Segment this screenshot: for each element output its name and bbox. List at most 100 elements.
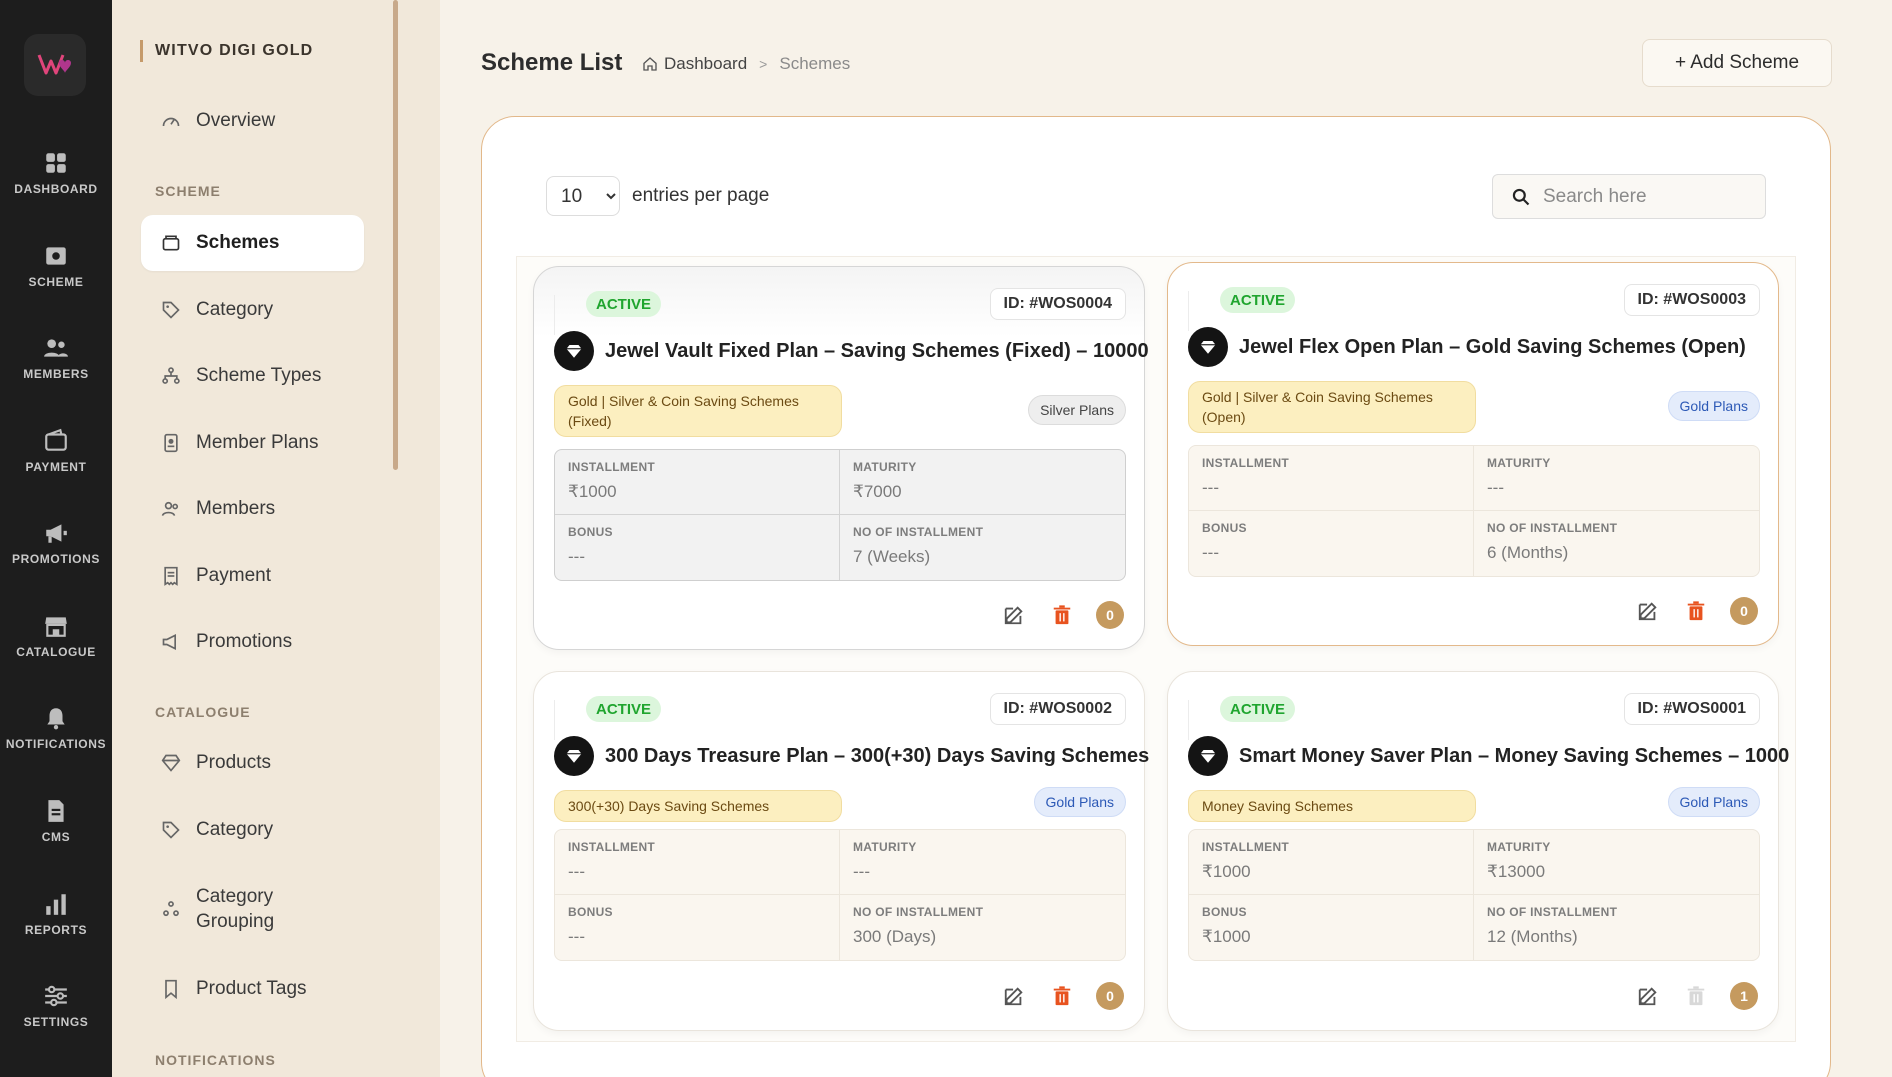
entries-select[interactable]: 10 <box>546 176 620 216</box>
maturity-value: --- <box>853 862 870 881</box>
sidebar-item-products[interactable]: Products <box>141 735 364 791</box>
sidebar-item-overview[interactable]: Overview <box>141 93 364 149</box>
sidebar-item-category[interactable]: Category <box>141 282 364 338</box>
home-icon <box>643 57 657 71</box>
rail-label: PROMOTIONS <box>11 552 100 566</box>
edit-icon[interactable] <box>1634 597 1662 625</box>
section-label-catalogue: CATALOGUE <box>155 704 251 720</box>
scheme-card[interactable]: ACTIVE ID: #WOS0001 Smart Money Saver Pl… <box>1167 671 1789 1031</box>
rail-dashboard[interactable]: DASHBOARD <box>0 150 112 196</box>
rail-promotions[interactable]: PROMOTIONS <box>0 520 112 566</box>
sidebar-item-label: Category Grouping <box>196 886 275 932</box>
sidebar-item-scheme-types[interactable]: Scheme Types <box>141 348 364 404</box>
installment-cell: INSTALLMENT ₹1000 <box>1189 830 1474 895</box>
rail-cms[interactable]: CMS <box>0 798 112 844</box>
sidebar-item-catalogue-category[interactable]: Category <box>141 802 364 858</box>
scheme-card[interactable]: ACTIVE ID: #WOS0003 Jewel Flex Open Plan… <box>1167 262 1779 646</box>
store-icon <box>45 617 67 637</box>
sidebar-item-category-grouping[interactable]: Category Grouping <box>141 877 364 941</box>
scheme-title: Smart Money Saver Plan – Money Saving Sc… <box>1239 744 1790 767</box>
rail-members[interactable]: MEMBERS <box>0 335 112 381</box>
status-badge: ACTIVE <box>1220 696 1296 722</box>
search-input[interactable] <box>1543 185 1743 208</box>
section-label-notifications: NOTIFICATIONS <box>155 1052 276 1068</box>
receipt-icon <box>160 565 182 587</box>
group-icon <box>160 898 182 920</box>
sidebar-item-label: Product Tags <box>196 978 307 999</box>
sidebar-item-label: Scheme Types <box>196 365 322 386</box>
rail-notifications[interactable]: NOTIFICATIONS <box>0 705 112 751</box>
edit-icon[interactable] <box>1000 982 1028 1010</box>
delete-icon[interactable] <box>1048 601 1076 629</box>
entries-per-page: 10 entries per page <box>546 176 769 216</box>
detail-label: MATURITY <box>853 460 917 474</box>
rail-scheme[interactable]: SCHEME <box>0 243 112 289</box>
sidebar: WITVO DIGI GOLD Overview SCHEME Schemes … <box>112 0 440 1077</box>
edit-icon[interactable] <box>1634 982 1662 1010</box>
maturity-value: --- <box>1487 478 1504 497</box>
detail-label: NO OF INSTALLMENT <box>853 525 984 539</box>
plan-badge: Silver Plans <box>1028 395 1126 425</box>
delete-icon[interactable] <box>1048 982 1076 1010</box>
detail-label: BONUS <box>1202 521 1247 535</box>
bonus-cell: BONUS --- <box>1189 511 1474 576</box>
rail-label: DASHBOARD <box>14 182 98 196</box>
member-count-badge: 0 <box>1730 597 1758 625</box>
megaphone-icon <box>46 524 67 543</box>
detail-label: BONUS <box>1202 905 1247 919</box>
detail-label: BONUS <box>568 525 613 539</box>
sidebar-scrollbar[interactable] <box>393 0 398 470</box>
bonus-value: --- <box>568 927 585 946</box>
installment-value: --- <box>1202 478 1219 497</box>
sidebar-item-label: Products <box>196 752 271 773</box>
maturity-value: ₹7000 <box>853 482 902 501</box>
bookmark-icon <box>160 978 182 1000</box>
scheme-card[interactable]: ACTIVE ID: #WOS0004 Jewel Vault Fixed Pl… <box>533 266 1149 650</box>
plan-badge: Gold Plans <box>1667 787 1760 817</box>
page-title: Scheme List <box>481 49 623 76</box>
bonus-cell: BONUS ₹1000 <box>1189 895 1474 960</box>
rail-settings[interactable]: SETTINGS <box>0 983 112 1029</box>
plan-badge: Gold Plans <box>1033 787 1126 817</box>
category-chip: Money Saving Schemes <box>1188 790 1476 822</box>
sidebar-item-members[interactable]: Members <box>141 481 364 537</box>
breadcrumb-dashboard[interactable]: Dashboard <box>664 54 747 74</box>
scheme-card[interactable]: ACTIVE ID: #WOS0002 300 Days Treasure Pl… <box>533 671 1149 1031</box>
detail-label: MATURITY <box>1487 840 1551 854</box>
bonus-cell: BONUS --- <box>555 895 840 960</box>
brand-name: WITVO DIGI GOLD <box>140 40 313 62</box>
rail-label: CATALOGUE <box>16 645 96 659</box>
card-actions: 0 <box>980 982 1124 1010</box>
edit-icon[interactable] <box>1000 601 1028 629</box>
witvo-logo-icon <box>37 54 71 75</box>
sidebar-item-product-tags[interactable]: Product Tags <box>141 961 364 1017</box>
scheme-details: INSTALLMENT --- MATURITY --- BONUS --- NO O… <box>1188 445 1760 577</box>
maturity-cell: MATURITY --- <box>1474 446 1759 511</box>
sidebar-item-schemes[interactable]: Schemes <box>141 215 364 271</box>
app-logo[interactable] <box>24 34 86 96</box>
rail-reports[interactable]: REPORTS <box>0 891 112 937</box>
sidebar-item-member-plans[interactable]: Member Plans <box>141 415 364 471</box>
sidebar-item-label: Member Plans <box>196 432 319 453</box>
status-badge: ACTIVE <box>586 291 662 317</box>
search-box[interactable] <box>1492 174 1766 219</box>
add-scheme-button[interactable]: + Add Scheme <box>1642 39 1832 87</box>
rail-catalogue[interactable]: CATALOGUE <box>0 613 112 659</box>
card-header: Jewel Flex Open Plan – Gold Saving Schem… <box>1188 327 1746 367</box>
card-divider <box>554 700 555 740</box>
card-actions: 0 <box>980 601 1124 629</box>
sidebar-item-payment[interactable]: Payment <box>141 548 364 604</box>
detail-label: MATURITY <box>1487 456 1551 470</box>
scheme-title: Jewel Vault Fixed Plan – Saving Schemes … <box>605 339 1149 362</box>
detail-label: INSTALLMENT <box>568 460 656 474</box>
card-actions: 1 <box>1614 982 1758 1010</box>
detail-label: INSTALLMENT <box>1202 840 1290 854</box>
delete-icon[interactable] <box>1682 597 1710 625</box>
sidebar-item-label: Overview <box>196 110 276 131</box>
sidebar-item-promotions[interactable]: Promotions <box>141 614 364 670</box>
rail-payment[interactable]: PAYMENT <box>0 428 112 474</box>
rail-label: MEMBERS <box>23 367 89 381</box>
maturity-cell: MATURITY ₹13000 <box>1474 830 1759 895</box>
wallet-icon <box>160 232 182 254</box>
bell-icon <box>47 708 65 730</box>
